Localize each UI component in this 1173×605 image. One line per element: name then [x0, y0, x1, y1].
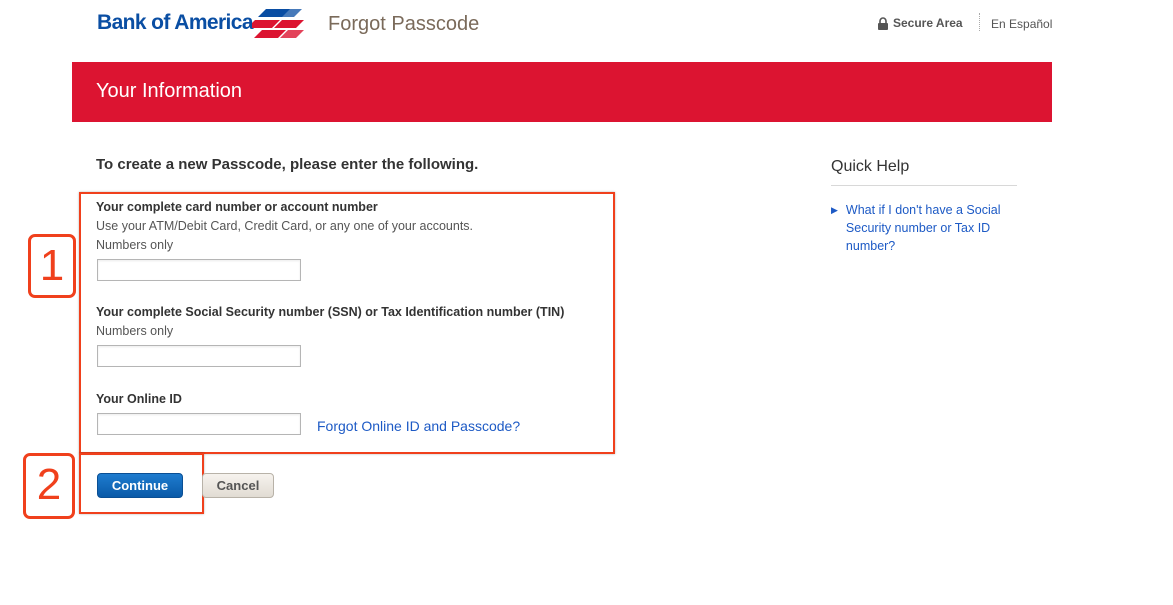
quick-help-title: Quick Help: [831, 158, 910, 175]
ssn-input[interactable]: [97, 345, 301, 367]
ssn-hint: Numbers only: [96, 324, 174, 338]
spanish-language-link[interactable]: En Español: [991, 17, 1052, 31]
card-number-input[interactable]: [97, 259, 301, 281]
form-instruction: To create a new Passcode, please enter t…: [96, 156, 479, 173]
bank-flag-logo-icon: [252, 9, 304, 38]
card-number-hint: Numbers only: [96, 238, 174, 252]
cancel-button[interactable]: Cancel: [202, 473, 274, 498]
secure-area-label: Secure Area: [893, 16, 963, 30]
header-divider: [979, 13, 980, 31]
online-id-input[interactable]: [97, 413, 301, 435]
page-title: Forgot Passcode: [328, 13, 480, 35]
online-id-label: Your Online ID: [96, 392, 182, 406]
no-ssn-help-link[interactable]: What if I don't have a Social Security n…: [846, 201, 1021, 255]
step-1-badge: 1: [28, 234, 76, 298]
logo-text: Bank of America: [97, 11, 254, 34]
secure-area: Secure Area: [878, 16, 963, 30]
card-number-help: Use your ATM/Debit Card, Credit Card, or…: [96, 219, 474, 233]
card-number-label: Your complete card number or account num…: [96, 200, 378, 214]
forgot-id-passcode-link[interactable]: Forgot Online ID and Passcode?: [317, 418, 520, 434]
lock-icon: [878, 16, 888, 30]
continue-button[interactable]: Continue: [97, 473, 183, 498]
ssn-label: Your complete Social Security number (SS…: [96, 305, 565, 319]
quick-help-divider: [831, 185, 1017, 186]
triangle-right-icon: ▶: [831, 205, 838, 215]
section-banner: Your Information: [72, 62, 1052, 122]
banner-title: Your Information: [96, 80, 243, 102]
step-2-badge: 2: [23, 453, 75, 519]
quick-help-item: ▶ What if I don't have a Social Security…: [831, 201, 1021, 255]
